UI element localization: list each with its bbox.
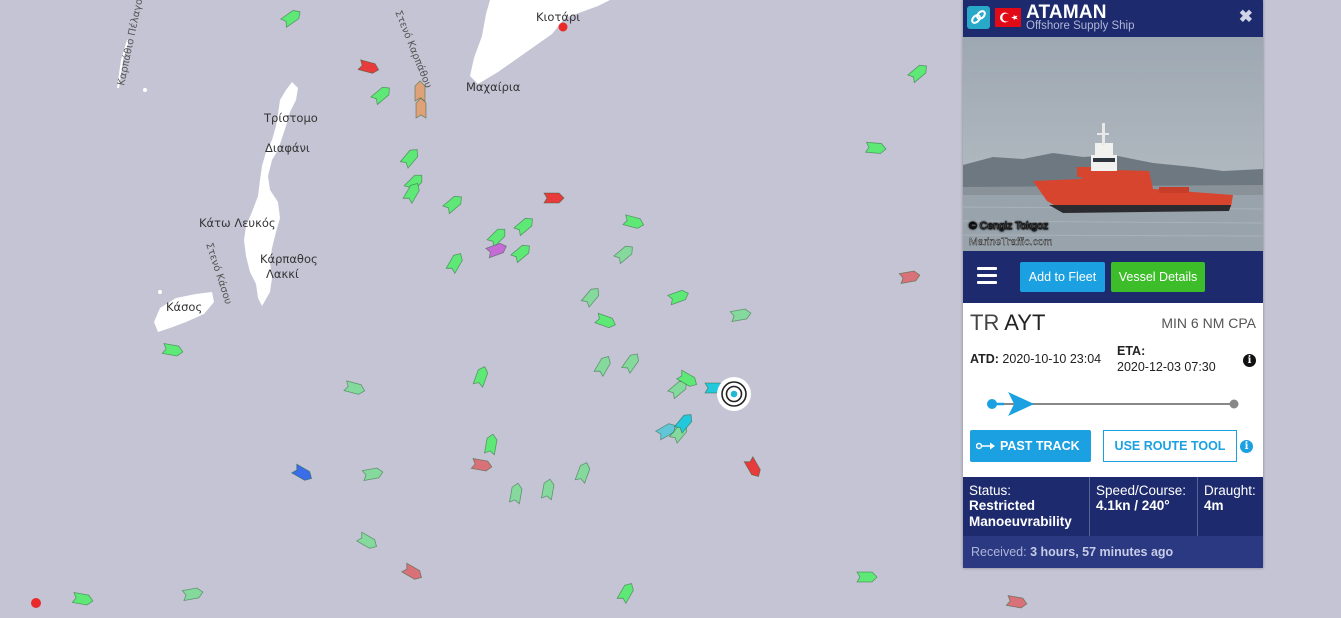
status-label: Status: — [969, 483, 1012, 498]
selected-vessel-marker[interactable] — [717, 377, 751, 411]
status-cell: Status: Restricted Manoeuvrability — [969, 477, 1087, 536]
link-icon[interactable] — [967, 6, 990, 29]
label-kato-lefkos: Κάτω Λευκός — [199, 216, 276, 230]
speed-label: Speed/Course: — [1096, 483, 1187, 498]
cpa-label: MIN 6 NM CPA — [1161, 315, 1256, 331]
vessel-photo[interactable]: © Cengiz Tokgoz MarineTraffic.com — [963, 37, 1263, 251]
label-machairia: Μαχαίρια — [466, 80, 521, 94]
vessel-type: Offshore Supply Ship — [1026, 20, 1135, 32]
received-value: 3 hours, 57 minutes ago — [1030, 545, 1174, 559]
photo-credit: © Cengiz Tokgoz — [969, 220, 1048, 232]
label-lakki: Λακκί — [266, 267, 299, 281]
eta-value: 2020-12-03 07:30 — [1117, 360, 1216, 374]
destination-country: TR — [970, 310, 1000, 335]
photo-site: MarineTraffic.com — [969, 236, 1053, 248]
vessel-details-button[interactable]: Vessel Details — [1111, 262, 1205, 292]
vessel-marker[interactable] — [415, 97, 427, 119]
track-icon — [976, 442, 995, 450]
label-kiotari: Κιοτάρι — [536, 10, 580, 24]
route-info-icon[interactable]: i — [1240, 440, 1253, 453]
info-icon[interactable]: i — [1243, 354, 1256, 367]
received-info: Received: 3 hours, 57 minutes ago — [963, 536, 1263, 568]
label-karpathos: Κάρπαθος — [260, 252, 318, 266]
departure-point — [987, 399, 997, 409]
add-to-fleet-button[interactable]: Add to Fleet — [1020, 262, 1105, 292]
arrival-point — [1229, 399, 1239, 409]
draught-value: 4m — [1204, 498, 1224, 513]
speed-cell: Speed/Course: 4.1kn / 240° — [1096, 477, 1196, 536]
port-marker — [31, 598, 41, 608]
speed-value: 4.1kn / 240° — [1096, 498, 1170, 513]
close-icon[interactable]: ✖ — [1239, 7, 1253, 27]
voyage-progress — [987, 392, 1239, 416]
vessel-marker[interactable] — [543, 192, 565, 204]
panel-header: ATAMAN Offshore Supply Ship ✖ — [963, 0, 1263, 37]
status-value: Restricted Manoeuvrability — [969, 498, 1072, 529]
atd: ATD: 2020-10-10 23:04 — [970, 352, 1101, 366]
label-diafani: Διαφάνι — [265, 141, 310, 155]
draught-label: Draught: — [1204, 483, 1256, 498]
destination: TR AYT — [970, 310, 1045, 336]
received-label: Received: — [971, 545, 1027, 559]
menu-icon[interactable] — [977, 267, 997, 285]
vessel-info-panel: ATAMAN Offshore Supply Ship ✖ © Cengiz T… — [963, 0, 1263, 568]
route-tool-button[interactable]: USE ROUTE TOOL — [1103, 430, 1237, 462]
draught-cell: Draught: 4m — [1204, 477, 1262, 536]
panel-toolbar: Add to Fleet Vessel Details — [963, 251, 1263, 303]
atd-label: ATD: — [970, 352, 999, 366]
atd-value: 2020-10-10 23:04 — [1002, 352, 1102, 366]
label-kasos: Κάσος — [166, 300, 202, 314]
destination-port: AYT — [1004, 310, 1046, 335]
label-tristomo: Τρίστομο — [263, 111, 318, 125]
voyage-section: TR AYT MIN 6 NM CPA ATD: 2020-10-10 23:0… — [963, 303, 1263, 477]
vessel-marker[interactable] — [856, 571, 878, 583]
vessel-stats: Status: Restricted Manoeuvrability Speed… — [963, 477, 1263, 536]
past-track-label: PAST TRACK — [1000, 439, 1080, 453]
eta-label: ETA: — [1117, 344, 1146, 358]
turkey-flag-icon — [995, 8, 1021, 27]
past-track-button[interactable]: PAST TRACK — [970, 430, 1091, 462]
